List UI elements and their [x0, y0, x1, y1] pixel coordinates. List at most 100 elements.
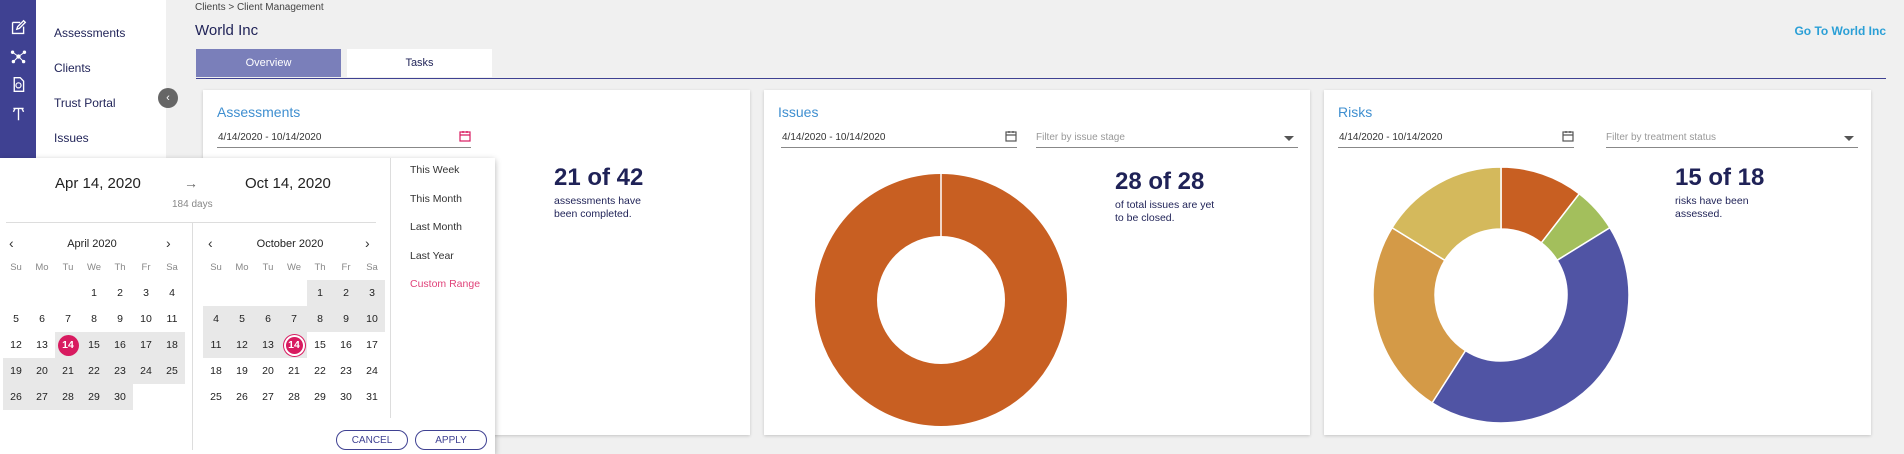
- calendar-icon[interactable]: [459, 130, 471, 142]
- calendar-day[interactable]: 29: [307, 384, 333, 410]
- calendar-day[interactable]: 15: [307, 332, 333, 358]
- calendar-day[interactable]: 16: [107, 332, 133, 358]
- weekday-header: Tu: [262, 262, 274, 273]
- issues-donut-chart: [815, 172, 1067, 426]
- calendar-day[interactable]: 7: [55, 306, 81, 332]
- calendar-day[interactable]: 28: [281, 384, 307, 410]
- calendar-day[interactable]: 20: [29, 358, 55, 384]
- calendar-day[interactable]: 5: [3, 306, 29, 332]
- preset-last-month[interactable]: Last Month: [410, 221, 462, 233]
- calendar-day[interactable]: 3: [359, 280, 385, 306]
- selected-start-day[interactable]: 14: [55, 332, 81, 358]
- calendar-day[interactable]: 29: [81, 384, 107, 410]
- next-month-button[interactable]: ›: [166, 235, 171, 251]
- calendar-day[interactable]: 8: [81, 306, 107, 332]
- calendar-day[interactable]: 24: [359, 358, 385, 384]
- calendar-day[interactable]: 10: [359, 306, 385, 332]
- calendar-day[interactable]: 3: [133, 280, 159, 306]
- calendar-day[interactable]: 22: [307, 358, 333, 384]
- sidebar-item-clients[interactable]: Clients: [54, 61, 91, 75]
- divider: [6, 222, 376, 223]
- calendar-day[interactable]: 15: [81, 332, 107, 358]
- calendar-day[interactable]: 4: [159, 280, 185, 306]
- date-range-input[interactable]: 4/14/2020 - 10/14/2020: [781, 128, 1017, 148]
- preset-custom-range[interactable]: Custom Range: [410, 278, 480, 290]
- calendar-day[interactable]: 23: [333, 358, 359, 384]
- calendar-day[interactable]: 16: [333, 332, 359, 358]
- calendar-day[interactable]: 28: [55, 384, 81, 410]
- sidebar-item-assessments[interactable]: Assessments: [54, 26, 125, 40]
- calendar-icon[interactable]: [1562, 130, 1574, 142]
- divider: [390, 158, 391, 418]
- prev-month-button[interactable]: ‹: [208, 235, 213, 251]
- sidebar-collapse-button[interactable]: ‹: [158, 88, 178, 108]
- calendar-day[interactable]: 9: [107, 306, 133, 332]
- calendar-day[interactable]: 27: [255, 384, 281, 410]
- tools-icon[interactable]: [0, 95, 36, 131]
- calendar-day[interactable]: 19: [229, 358, 255, 384]
- calendar-day[interactable]: 8: [307, 306, 333, 332]
- calendar-day[interactable]: 22: [81, 358, 107, 384]
- tab-tasks[interactable]: Tasks: [347, 49, 492, 77]
- sidebar-item-trust-portal[interactable]: Trust Portal: [54, 96, 116, 110]
- calendar-day[interactable]: 5: [229, 306, 255, 332]
- selected-end-day[interactable]: 14: [281, 332, 307, 358]
- date-range-input[interactable]: 4/14/2020 - 10/14/2020: [1338, 128, 1574, 148]
- calendar-day[interactable]: 24: [133, 358, 159, 384]
- go-to-client-link[interactable]: Go To World Inc: [1794, 24, 1886, 38]
- calendar-day[interactable]: 7: [281, 306, 307, 332]
- calendar-day[interactable]: 25: [203, 384, 229, 410]
- calendar-day[interactable]: 21: [281, 358, 307, 384]
- cancel-button[interactable]: CANCEL: [336, 430, 408, 450]
- calendar-day[interactable]: 11: [159, 306, 185, 332]
- calendar-day[interactable]: 31: [359, 384, 385, 410]
- weekday-header: Su: [210, 262, 222, 273]
- calendar-day[interactable]: 9: [333, 306, 359, 332]
- calendar-day[interactable]: 30: [333, 384, 359, 410]
- preset-last-year[interactable]: Last Year: [410, 250, 454, 262]
- calendar-day[interactable]: 19: [3, 358, 29, 384]
- card-title: Issues: [778, 104, 819, 120]
- calendar-day[interactable]: 18: [203, 358, 229, 384]
- calendar-day[interactable]: 13: [255, 332, 281, 358]
- calendar-day[interactable]: 4: [203, 306, 229, 332]
- calendar-icon[interactable]: [1005, 130, 1017, 142]
- sidebar-item-issues[interactable]: Issues: [54, 131, 89, 145]
- preset-this-week[interactable]: This Week: [410, 164, 459, 176]
- calendar-day[interactable]: 13: [29, 332, 55, 358]
- calendar-day[interactable]: 1: [81, 280, 107, 306]
- calendar-day[interactable]: 26: [229, 384, 255, 410]
- issues-card: Issues 4/14/2020 - 10/14/2020 Filter by …: [764, 90, 1310, 435]
- weekday-header: Sa: [166, 262, 178, 273]
- tab-overview[interactable]: Overview: [196, 49, 341, 77]
- calendar-day[interactable]: 11: [203, 332, 229, 358]
- calendar-day[interactable]: 18: [159, 332, 185, 358]
- apply-button[interactable]: APPLY: [415, 430, 487, 450]
- issue-stage-filter[interactable]: Filter by issue stage: [1036, 128, 1298, 148]
- issues-stat: 28 of 28: [1115, 168, 1205, 195]
- chevron-down-icon: [1844, 136, 1854, 141]
- calendar-day[interactable]: 23: [107, 358, 133, 384]
- calendar-day[interactable]: 12: [3, 332, 29, 358]
- calendar-day[interactable]: 6: [255, 306, 281, 332]
- next-month-button[interactable]: ›: [365, 235, 370, 251]
- calendar-day[interactable]: 21: [55, 358, 81, 384]
- calendar-day[interactable]: 30: [107, 384, 133, 410]
- calendar-day[interactable]: 17: [359, 332, 385, 358]
- calendar-day[interactable]: 25: [159, 358, 185, 384]
- calendar-day[interactable]: 17: [133, 332, 159, 358]
- weekday-header: Mo: [235, 262, 249, 273]
- calendar-day[interactable]: 12: [229, 332, 255, 358]
- calendar-day[interactable]: 2: [107, 280, 133, 306]
- calendar-day[interactable]: 10: [133, 306, 159, 332]
- date-range-input[interactable]: 4/14/2020 - 10/14/2020: [217, 128, 471, 148]
- calendar-day[interactable]: 6: [29, 306, 55, 332]
- preset-this-month[interactable]: This Month: [410, 193, 462, 205]
- treatment-status-filter[interactable]: Filter by treatment status: [1606, 128, 1858, 148]
- calendar-day[interactable]: 26: [3, 384, 29, 410]
- prev-month-button[interactable]: ‹: [9, 235, 14, 251]
- calendar-day[interactable]: 27: [29, 384, 55, 410]
- calendar-day[interactable]: 1: [307, 280, 333, 306]
- calendar-day[interactable]: 2: [333, 280, 359, 306]
- calendar-day[interactable]: 20: [255, 358, 281, 384]
